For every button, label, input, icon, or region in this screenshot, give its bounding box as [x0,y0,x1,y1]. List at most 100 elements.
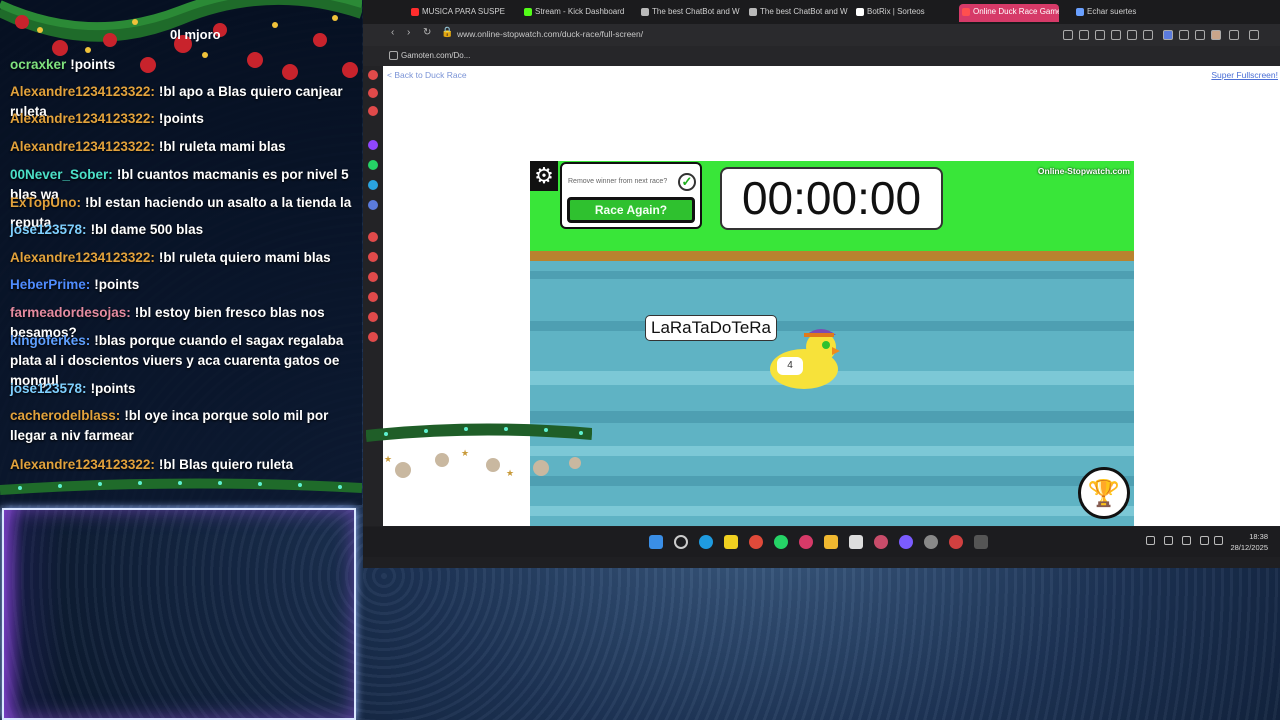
chat-username[interactable]: jose123578: [10,381,87,396]
keyboard-icon[interactable] [1182,536,1191,545]
app-icon[interactable] [874,535,888,549]
online-stopwatch-logo[interactable]: Online-Stopwatch.com [1038,166,1130,176]
remove-winner-checkbox[interactable]: ✓ [678,173,696,191]
sidebar-app-icon[interactable] [368,200,378,210]
svg-text:★: ★ [506,468,514,478]
race-again-button[interactable]: Race Again? [567,197,695,223]
chat-username[interactable]: farmeadordesojas: [10,305,131,320]
sidebar-app-icon[interactable] [368,232,378,242]
svg-text:★: ★ [461,448,469,458]
browser-tab[interactable]: Echar suertes [1073,4,1163,22]
opera-icon[interactable] [799,535,813,549]
chat-username[interactable]: ocraxker [10,57,66,72]
telegram-icon[interactable] [368,180,378,190]
chat-text: !points [94,277,140,292]
super-fullscreen-link[interactable]: Super Fullscreen! [1211,70,1278,80]
svg-text:★: ★ [290,504,298,505]
discord-icon[interactable] [899,535,913,549]
sidebar-app-icon[interactable] [368,106,378,116]
ai-icon[interactable] [1229,30,1239,40]
reload-icon[interactable]: ↻ [423,27,431,38]
obs-icon[interactable] [924,535,938,549]
edge-icon[interactable] [699,535,713,549]
sidebar-toggle-icon[interactable] [1163,30,1173,40]
sidebar-app-icon[interactable] [368,312,378,322]
sidebar-app-icon[interactable] [368,88,378,98]
back-arrow-icon[interactable]: ‹ [391,27,394,38]
history-icon[interactable] [368,272,378,282]
chrome-icon[interactable] [749,535,763,549]
bookmarks-bar: Gamoten.com/Do... [363,46,1280,66]
store-icon[interactable] [849,535,863,549]
forward-arrow-icon[interactable]: › [407,27,410,38]
browser-tab[interactable]: Stream - Kick Dashboard [521,4,633,22]
start-menu-icon[interactable] [649,535,663,549]
clock-date[interactable]: 28/12/2025 [1230,543,1268,552]
menu-icon[interactable] [1249,30,1259,40]
chat-username[interactable]: cacherodelblass: [10,408,120,423]
browser-tab[interactable]: BotRix | Sorteos [853,4,953,22]
shield-icon[interactable] [1095,30,1105,40]
tab-label: Online Duck Race Game [973,7,1059,16]
network-icon[interactable] [1200,536,1209,545]
tab-favicon-icon [1076,8,1084,16]
trophy-button[interactable]: 🏆 [1078,467,1130,519]
chat-message: HeberPrime: !points [10,275,360,295]
chat-text: !points [90,381,136,396]
tab-favicon-icon [749,8,757,16]
back-to-duck-race-link[interactable]: < Back to Duck Race [387,70,467,80]
stream-chat: 0l mjoro ocraxker !points Alexandre1234123… [0,0,362,505]
browser-tab[interactable]: The best ChatBot and Wi [638,4,740,22]
play-icon[interactable] [1127,30,1137,40]
sticky-notes-icon[interactable] [724,535,738,549]
wallet-icon[interactable] [1179,30,1189,40]
url-field[interactable]: www.online-stopwatch.com/duck-race/full-… [457,29,643,39]
duck-icon [770,329,840,389]
chat-username[interactable]: Alexandre1234123322: [10,250,155,265]
app-icon[interactable] [949,535,963,549]
sidebar-app-icon[interactable] [368,252,378,262]
tab-favicon-icon [962,8,970,16]
chat-message: Alexandre1234123322: !points [10,109,360,129]
microphone-icon[interactable] [1164,536,1173,545]
heart-icon[interactable] [1143,30,1153,40]
file-explorer-icon[interactable] [824,535,838,549]
chat-username[interactable]: Alexandre1234123322: [10,111,155,126]
sidebar-app-icon[interactable] [368,70,378,80]
tab-label: Stream - Kick Dashboard [535,7,625,16]
chat-username[interactable]: kingoferkes: [10,333,90,348]
profile-avatar[interactable] [1211,30,1221,40]
chat-username[interactable]: Alexandre1234123322: [10,84,155,99]
search-icon[interactable] [674,535,688,549]
volume-icon[interactable] [1214,536,1223,545]
duck-race-game: ⚙ Remove winner from next race? ✓ Race A… [530,161,1134,526]
tab-label: Echar suertes [1087,7,1137,16]
whatsapp-taskbar-icon[interactable] [774,535,788,549]
settings-icon[interactable] [368,332,378,342]
browser-tab[interactable]: MUSICA PARA SUSPE [408,4,516,22]
browser-tab[interactable]: Online Duck Race Game [959,4,1059,22]
bookmark-icon[interactable] [1063,30,1073,40]
settings-gear-button[interactable]: ⚙ [530,161,558,191]
extension-icon[interactable] [1079,30,1089,40]
chat-username[interactable]: HeberPrime: [10,277,90,292]
bookmark-item[interactable]: Gamoten.com/Do... [401,51,470,60]
tab-label: MUSICA PARA SUSPE [422,7,505,16]
tray-chevron-icon[interactable] [1146,536,1155,545]
chat-username[interactable]: Alexandre1234123322: [10,457,155,472]
calculator-icon[interactable] [974,535,988,549]
chat-username[interactable]: ExTopUno: [10,195,81,210]
browser-tab[interactable]: The best ChatBot and Wi [746,4,848,22]
chat-text: !bl Blas quiero ruleta [158,457,294,472]
chat-text: !points [70,57,116,72]
copilot-icon[interactable] [1195,30,1205,40]
tab-favicon-icon [411,8,419,16]
translate-icon[interactable] [1111,30,1121,40]
whatsapp-icon[interactable] [368,160,378,170]
twitch-icon[interactable] [368,140,378,150]
clock-time[interactable]: 18:38 [1249,532,1268,541]
chat-username[interactable]: jose123578: [10,222,87,237]
chat-username[interactable]: 00Never_Sober: [10,167,113,182]
chat-username[interactable]: Alexandre1234123322: [10,139,155,154]
download-icon[interactable] [368,292,378,302]
